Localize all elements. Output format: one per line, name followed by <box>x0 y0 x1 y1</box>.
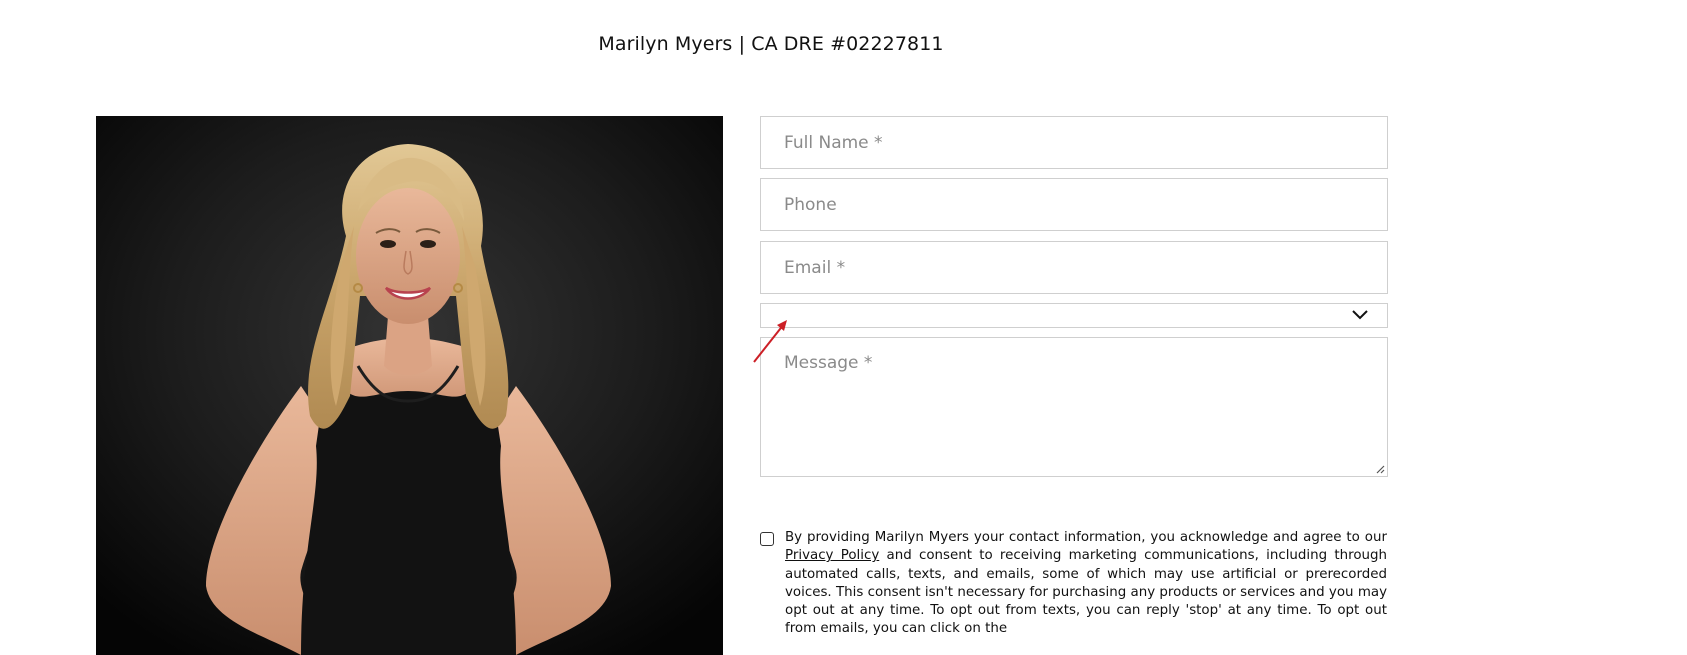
privacy-policy-link[interactable]: Privacy Policy <box>785 548 879 563</box>
consent-text-start: By providing Marilyn Myers your contact … <box>785 530 1387 545</box>
consent-checkbox[interactable] <box>760 532 774 546</box>
inquiry-type-select[interactable] <box>760 303 1388 328</box>
full-name-input[interactable] <box>761 117 1387 168</box>
email-input[interactable] <box>761 242 1387 293</box>
phone-field[interactable] <box>760 178 1388 231</box>
resize-handle-icon[interactable] <box>1375 464 1385 474</box>
message-field[interactable] <box>760 337 1388 477</box>
phone-input[interactable] <box>761 179 1387 230</box>
page-title: Marilyn Myers | CA DRE #02227811 <box>598 33 944 55</box>
message-input[interactable] <box>761 338 1387 476</box>
agent-photo <box>96 116 723 655</box>
email-field[interactable] <box>760 241 1388 294</box>
chevron-down-icon <box>1352 310 1368 320</box>
full-name-field[interactable] <box>760 116 1388 169</box>
consent-text: By providing Marilyn Myers your contact … <box>785 529 1387 639</box>
